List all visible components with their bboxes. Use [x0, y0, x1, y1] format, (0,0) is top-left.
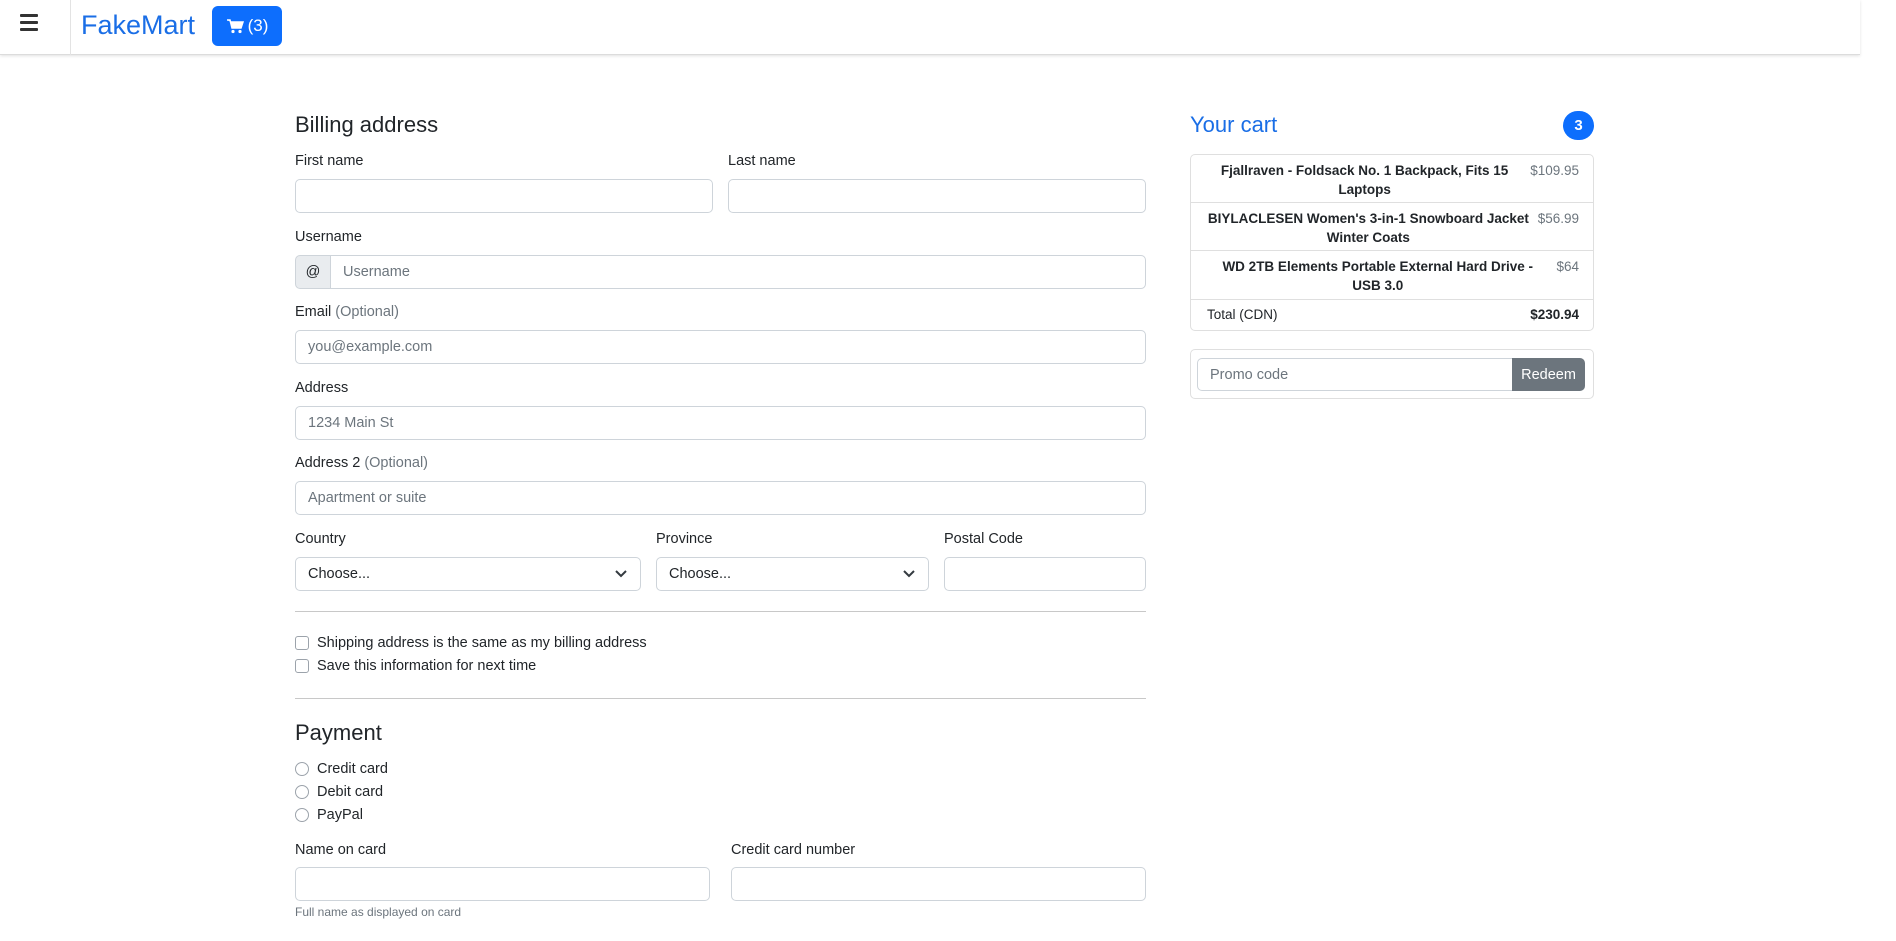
email-input[interactable]	[295, 330, 1146, 364]
chevron-down-icon	[903, 570, 915, 578]
radio-credit-card[interactable]: Credit card	[295, 761, 388, 777]
postal-label: Postal Code	[944, 531, 1023, 547]
country-selected: Choose...	[308, 566, 371, 582]
total-value: $230.94	[1530, 307, 1579, 322]
payment-title: Payment	[295, 720, 382, 745]
cc-number-input[interactable]	[731, 867, 1146, 901]
address2-input[interactable]	[295, 481, 1146, 515]
name-on-card-help: Full name as displayed on card	[295, 905, 462, 919]
hamburger-icon[interactable]	[20, 14, 38, 32]
country-label: Country	[295, 531, 346, 547]
cart-count: (3)	[247, 16, 269, 35]
cart-item: WD 2TB Elements Portable External Hard D…	[1191, 251, 1593, 300]
checkbox-label: Save this information for next time	[317, 658, 537, 674]
cart-item: Fjallraven - Foldsack No. 1 Backpack, Fi…	[1191, 155, 1593, 203]
item-price: $109.95	[1530, 163, 1579, 178]
divider	[295, 611, 1146, 612]
address2-label: Address 2 (Optional)	[295, 455, 428, 471]
email-label-text: Email	[295, 304, 332, 320]
radio-label: Debit card	[317, 784, 384, 800]
province-select[interactable]: Choose...	[656, 557, 929, 591]
cart-title: Your cart	[1190, 112, 1278, 137]
username-label: Username	[295, 229, 362, 245]
radio-label: Credit card	[317, 761, 388, 777]
checkbox[interactable]	[295, 659, 309, 673]
cc-number-label: Credit card number	[731, 842, 856, 858]
province-selected: Choose...	[669, 566, 732, 582]
cart-count-badge: 3	[1563, 111, 1594, 140]
radio-label: PayPal	[317, 807, 363, 823]
total-label: Total (CDN)	[1207, 307, 1278, 322]
divider	[295, 698, 1146, 699]
last-name-input[interactable]	[728, 179, 1146, 213]
name-on-card-input[interactable]	[295, 867, 710, 901]
name-on-card-label: Name on card	[295, 842, 387, 858]
email-label: Email (Optional)	[295, 304, 399, 320]
cart-button[interactable]: (3)	[212, 6, 282, 46]
at-prefix: @	[295, 255, 331, 289]
username-input[interactable]	[330, 255, 1146, 289]
radio-debit-card[interactable]: Debit card	[295, 784, 383, 800]
item-price: $56.99	[1537, 211, 1579, 226]
first-name-input[interactable]	[295, 179, 713, 213]
postal-input[interactable]	[944, 557, 1146, 591]
optional-text: (Optional)	[335, 304, 399, 320]
address-input[interactable]	[295, 406, 1146, 440]
address2-label-text: Address 2	[295, 455, 361, 471]
same-address-checkbox[interactable]: Shipping address is the same as my billi…	[295, 635, 647, 651]
brand-logo[interactable]: FakeMart	[81, 10, 195, 41]
item-name: BIYLACLESEN Women's 3-in-1 Snowboard Jac…	[1207, 211, 1529, 245]
redeem-button[interactable]: Redeem	[1512, 358, 1585, 391]
divider	[70, 0, 71, 55]
checkbox-label: Shipping address is the same as my billi…	[317, 635, 647, 651]
province-label: Province	[656, 531, 713, 547]
save-info-checkbox[interactable]: Save this information for next time	[295, 658, 536, 674]
address-label: Address	[295, 380, 349, 396]
last-name-label: Last name	[728, 153, 796, 169]
radio[interactable]	[295, 762, 309, 776]
radio-paypal[interactable]: PayPal	[295, 807, 363, 823]
checkbox[interactable]	[295, 636, 309, 650]
billing-title: Billing address	[295, 112, 439, 137]
item-name: Fjallraven - Foldsack No. 1 Backpack, Fi…	[1220, 163, 1509, 197]
radio[interactable]	[295, 808, 309, 822]
optional-text: (Optional)	[364, 455, 428, 471]
cart-total-row: Total (CDN) $230.94	[1191, 300, 1593, 331]
radio[interactable]	[295, 785, 309, 799]
cart-list: Fjallraven - Foldsack No. 1 Backpack, Fi…	[1190, 154, 1594, 331]
first-name-label: First name	[295, 153, 364, 169]
chevron-down-icon	[615, 570, 627, 578]
item-name: WD 2TB Elements Portable External Hard D…	[1222, 259, 1534, 293]
country-select[interactable]: Choose...	[295, 557, 641, 591]
cart-item: BIYLACLESEN Women's 3-in-1 Snowboard Jac…	[1191, 203, 1593, 251]
promo-code-input[interactable]	[1197, 358, 1513, 391]
cart-icon	[226, 19, 244, 34]
item-price: $64	[1556, 259, 1579, 274]
